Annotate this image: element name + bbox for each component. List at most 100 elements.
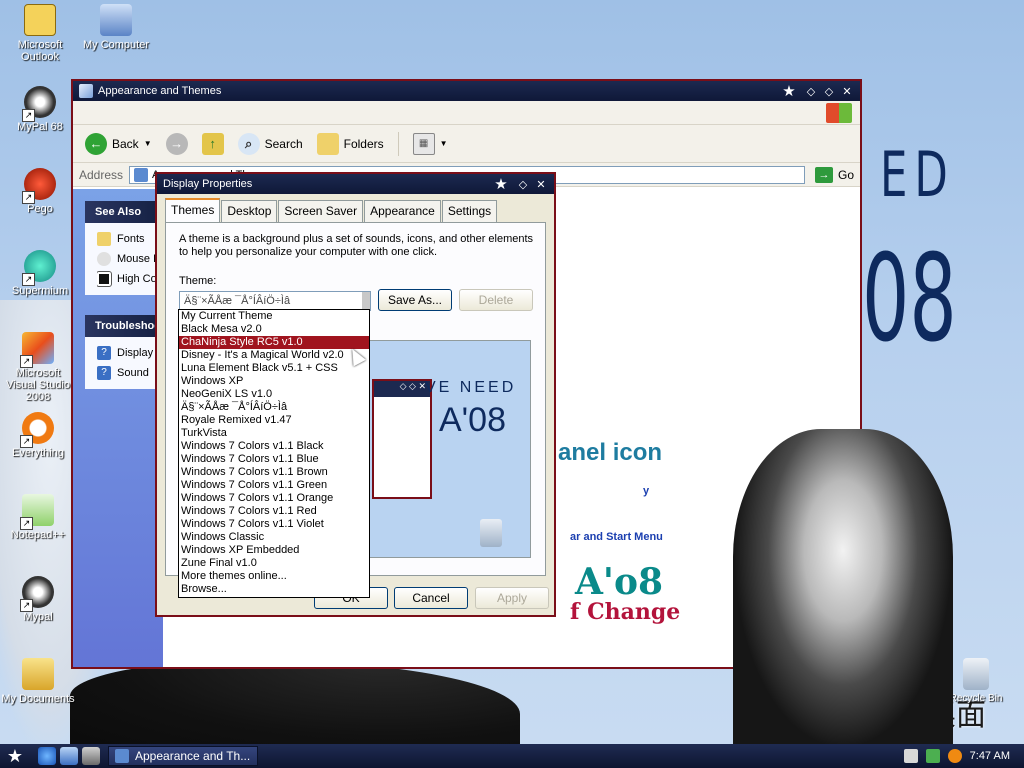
close-button[interactable]: ✕ [534,178,548,191]
recycle-bin-icon [963,658,989,690]
desktop-icon-label: Notepad++ [10,529,66,541]
folders-label: Folders [343,136,384,151]
tab-settings[interactable]: Settings [441,200,498,222]
maximize-button[interactable]: ◇ [822,85,836,98]
tab-desktop[interactable]: Desktop [221,200,278,222]
quick-launch [38,747,100,765]
theme-option[interactable]: Windows 7 Colors v1.1 Orange [179,492,369,505]
supermium-icon [22,250,56,286]
troubleshooters-header[interactable]: Troubleshooters [85,315,181,337]
my-documents-desktop-icon[interactable]: My Documents [0,658,76,705]
see-also-header[interactable]: See Also [85,201,165,223]
supermium-desktop-icon[interactable]: Supermium [2,250,78,297]
everything-desktop-icon[interactable]: Everything [0,412,76,459]
outlook-icon [24,4,56,36]
help-button[interactable]: ◇ [516,178,530,191]
preview-text-need: VE NEED [425,379,517,396]
theme-option[interactable]: Royale Remixed v1.47 [179,414,369,427]
tab-screen-saver[interactable]: Screen Saver [278,200,364,222]
windows-logo-icon [826,103,852,123]
apply-button[interactable]: Apply [475,587,549,609]
taskbar-button-appearance[interactable]: Appearance and Th... [108,746,258,766]
preview-window: ◇ ◇ ✕ [372,379,432,499]
search-button[interactable]: ⌕ Search [234,131,307,157]
desktop-icon-label: Pego [27,203,53,215]
theme-option[interactable]: More themes online... [179,570,369,583]
theme-option[interactable]: Windows 7 Colors v1.1 Blue [179,453,369,466]
mypal-desktop-icon[interactable]: Mypal [0,576,76,623]
theme-option[interactable]: Windows Classic [179,531,369,544]
theme-option[interactable]: Luna Element Black v5.1 + CSS [179,362,369,375]
start-button[interactable]: ★ [0,744,30,768]
theme-description: A theme is a background plus a set of so… [179,233,534,258]
outlook-desktop-icon[interactable]: Microsoft Outlook [2,4,78,63]
show-desktop-icon[interactable] [60,747,78,765]
everything-tray-icon[interactable] [947,749,962,763]
views-button[interactable]: ▦ ▼ [409,131,452,157]
folders-button[interactable]: Folders [313,131,388,157]
task-link-fragment[interactable]: y [643,485,649,497]
pego-desktop-icon[interactable]: Pego [2,168,78,215]
theme-option[interactable]: Windows 7 Colors v1.1 Brown [179,466,369,479]
theme-option[interactable]: NeoGeniX LS v1.0 [179,388,369,401]
system-tray: 7:47 AM [894,744,1024,768]
chevron-down-icon[interactable] [362,292,370,310]
forward-button[interactable]: → [162,131,192,157]
theme-option[interactable]: Browse... [179,583,369,596]
theme-option[interactable]: Black Mesa v2.0 [179,323,369,336]
tab-themes[interactable]: Themes [165,198,221,222]
taskbar-start-menu-link[interactable]: ar and Start Menu [570,531,663,543]
dialog-titlebar[interactable]: Display Properties ★ ◇ ✕ [157,174,554,194]
theme-option[interactable]: ChaNinja Style RC5 v1.0 [179,336,369,349]
delete-button[interactable]: Delete [459,289,533,311]
views-icon: ▦ [412,132,435,155]
theme-option[interactable]: Disney - It's a Magical World v2.0 [179,349,369,362]
theme-option[interactable]: Ä§¨×ÃÅæ ¯Å°ÍÂíÖ÷Ìâ [179,401,369,414]
theme-dropdown-list[interactable]: My Current Theme Black Mesa v2.0 ChaNinja … [178,309,370,598]
back-button[interactable]: ← Back ▼ [81,131,156,157]
theme-option[interactable]: Zune Final v1.0 [179,557,369,570]
internet-explorer-icon[interactable] [38,747,56,765]
cancel-button[interactable]: Cancel [394,587,468,609]
up-folder-button[interactable]: ↑ [198,131,228,157]
everything-icon [20,412,54,448]
clock[interactable]: 7:47 AM [970,750,1010,762]
network-icon[interactable] [925,749,940,763]
star-icon: ★ [494,176,508,193]
go-label: Go [838,167,855,182]
troubleshooters-panel: Troubleshooters ? Display ? Sound [85,315,181,389]
visual-studio-desktop-icon[interactable]: Microsoft Visual Studio 2008 [0,332,76,403]
wallpaper-figure [70,660,520,744]
explorer-titlebar[interactable]: Appearance and Themes ★ ◇ ◇ ✕ [73,81,860,101]
close-button[interactable]: ✕ [840,85,854,98]
dialog-tabs: Themes Desktop Screen Saver Appearance S… [165,198,554,222]
folders-icon [316,132,339,155]
tab-appearance[interactable]: Appearance [364,200,441,222]
keyboard-icon[interactable] [903,749,918,763]
theme-select[interactable]: Ä§¨×ÃÅæ ¯Å°ÍÂíÖ÷Ìâ [179,291,371,311]
theme-option[interactable]: Windows 7 Colors v1.1 Violet [179,518,369,531]
theme-option[interactable]: Windows 7 Colors v1.1 Green [179,479,369,492]
notepadpp-desktop-icon[interactable]: Notepad++ [0,494,76,541]
explorer-quick-icon[interactable] [82,747,100,765]
recycle-bin-icon [480,519,502,547]
theme-option[interactable]: My Current Theme [179,310,369,323]
mypal68-desktop-icon[interactable]: MyPal 68 [2,86,78,133]
minimize-button[interactable]: ◇ [804,85,818,98]
raccoon-icon [20,576,54,612]
save-as-button[interactable]: Save As... [378,289,452,311]
theme-option[interactable]: TurkVista [179,427,369,440]
search-icon: ⌕ [237,132,260,155]
fonts-folder-icon [97,232,111,246]
star-icon: ★ [6,745,24,766]
theme-option[interactable]: Windows XP [179,375,369,388]
go-button[interactable]: → Go [815,166,855,183]
theme-option[interactable]: Windows XP Embedded [179,544,369,557]
back-arrow-icon: ← [85,132,107,155]
folder-icon [22,658,54,690]
my-computer-desktop-icon[interactable]: My Computer [78,4,154,51]
theme-option[interactable]: Windows 7 Colors v1.1 Black [179,440,369,453]
control-panel-icon-heading[interactable]: anel icon [558,439,662,467]
theme-option[interactable]: Windows 7 Colors v1.1 Red [179,505,369,518]
desktop-icon-label: Microsoft Visual Studio 2008 [5,367,70,403]
